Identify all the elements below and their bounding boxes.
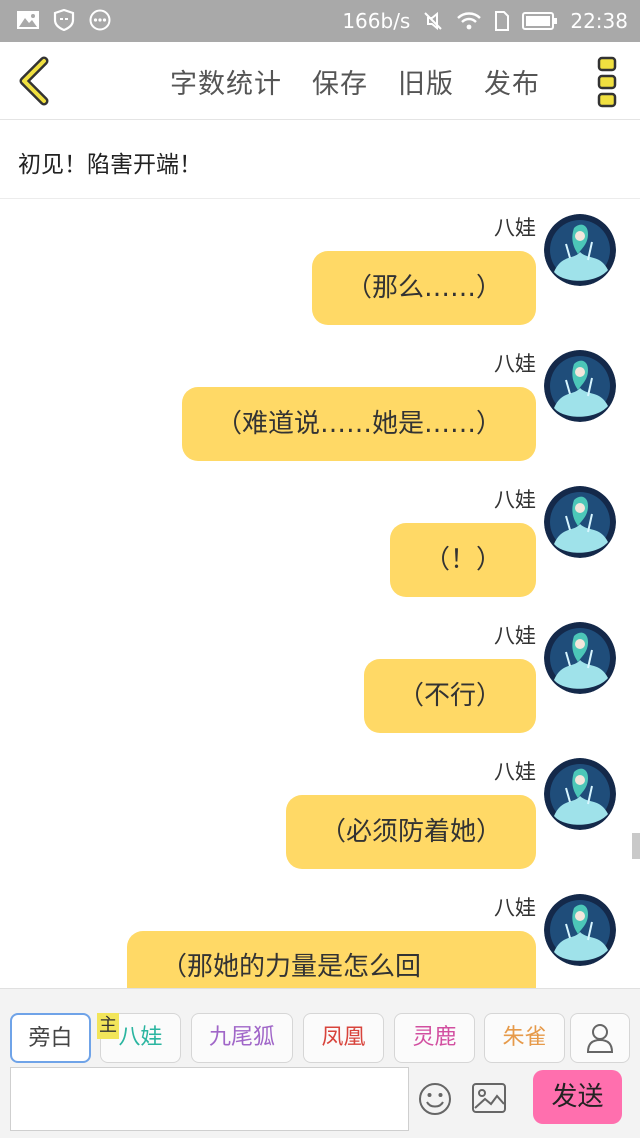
shield-icon xyxy=(53,9,75,31)
wifi-icon xyxy=(457,12,482,30)
role-linglu[interactable]: 灵鹿 xyxy=(394,1013,475,1063)
speaker-name: 八娃 xyxy=(494,488,536,512)
network-speed: 166b/s xyxy=(342,9,411,33)
role-narration[interactable]: 旁白 xyxy=(10,1013,91,1063)
message-bubble[interactable]: （！） xyxy=(389,523,536,597)
status-left-icons xyxy=(16,9,112,31)
message-input[interactable] xyxy=(10,1067,409,1131)
emoji-icon[interactable] xyxy=(418,1082,452,1116)
chapter-title[interactable]: 初见！陷害开端！ xyxy=(18,145,202,179)
speaker-name: 八娃 xyxy=(494,760,536,784)
send-button[interactable]: 发送 xyxy=(533,1070,622,1124)
message-bubble[interactable]: （那么……） xyxy=(311,251,536,325)
avatar xyxy=(544,214,616,286)
mute-icon xyxy=(424,11,443,31)
chat-message[interactable]: 八娃 （难道说……她是……） xyxy=(0,336,640,472)
role-selector: 旁白 八娃 九尾狐 凤凰 灵鹿 朱雀 xyxy=(0,988,640,1064)
speaker-name: 八娃 xyxy=(494,896,536,920)
add-role-button[interactable] xyxy=(570,1013,630,1063)
chat-message[interactable]: 八娃 （那她的力量是怎么回 xyxy=(0,880,640,988)
toolbar-actions: 字数统计 保存 旧版 发布 xyxy=(170,62,540,101)
input-bar: 发送 xyxy=(0,1064,640,1138)
editor-toolbar: 字数统计 保存 旧版 发布 xyxy=(0,42,640,120)
avatar xyxy=(544,486,616,558)
publish-button[interactable]: 发布 xyxy=(484,62,540,101)
word-count-button[interactable]: 字数统计 xyxy=(170,62,282,101)
picture-icon[interactable] xyxy=(471,1082,507,1114)
save-button[interactable]: 保存 xyxy=(312,62,368,101)
status-bar: 166b/s 22:38 xyxy=(0,0,640,42)
speaker-name: 八娃 xyxy=(494,216,536,240)
avatar xyxy=(544,350,616,422)
chapter-header: 初见！陷害开端！ xyxy=(0,121,640,199)
clock: 22:38 xyxy=(570,9,628,33)
avatar xyxy=(544,758,616,830)
message-bubble[interactable]: （不行） xyxy=(363,659,536,733)
vertical-dots-icon[interactable] xyxy=(596,56,618,108)
role-zhuque[interactable]: 朱雀 xyxy=(484,1013,565,1063)
role-fenghuang[interactable]: 凤凰 xyxy=(303,1013,384,1063)
message-bubble[interactable]: （必须防着她） xyxy=(285,795,536,869)
chat-message[interactable]: 八娃 （必须防着她） xyxy=(0,744,640,880)
old-version-button[interactable]: 旧版 xyxy=(398,62,454,101)
role-jiuweihu[interactable]: 九尾狐 xyxy=(191,1013,293,1063)
chevron-left-icon[interactable] xyxy=(14,56,54,106)
chat-message[interactable]: 八娃 （那么……） xyxy=(0,200,640,336)
avatar xyxy=(544,894,616,966)
main-character-tag: 主 xyxy=(97,1013,119,1039)
chat-area[interactable]: 八娃 （那么……） 八娃 （难道说……她是……） 八娃 （！） 八娃 （不行） … xyxy=(0,200,640,988)
battery-icon xyxy=(522,12,558,30)
sim-icon xyxy=(495,11,510,31)
more-dots-icon xyxy=(89,9,111,31)
user-icon xyxy=(586,1024,614,1053)
status-right: 166b/s 22:38 xyxy=(342,7,628,35)
image-icon xyxy=(17,11,39,29)
scrollbar-thumb[interactable] xyxy=(632,833,640,859)
message-bubble[interactable]: （难道说……她是……） xyxy=(181,387,536,461)
speaker-name: 八娃 xyxy=(494,624,536,648)
avatar xyxy=(544,622,616,694)
chat-message[interactable]: 八娃 （不行） xyxy=(0,608,640,744)
speaker-name: 八娃 xyxy=(494,352,536,376)
chat-message[interactable]: 八娃 （！） xyxy=(0,472,640,608)
message-bubble[interactable]: （那她的力量是怎么回 xyxy=(127,931,536,988)
